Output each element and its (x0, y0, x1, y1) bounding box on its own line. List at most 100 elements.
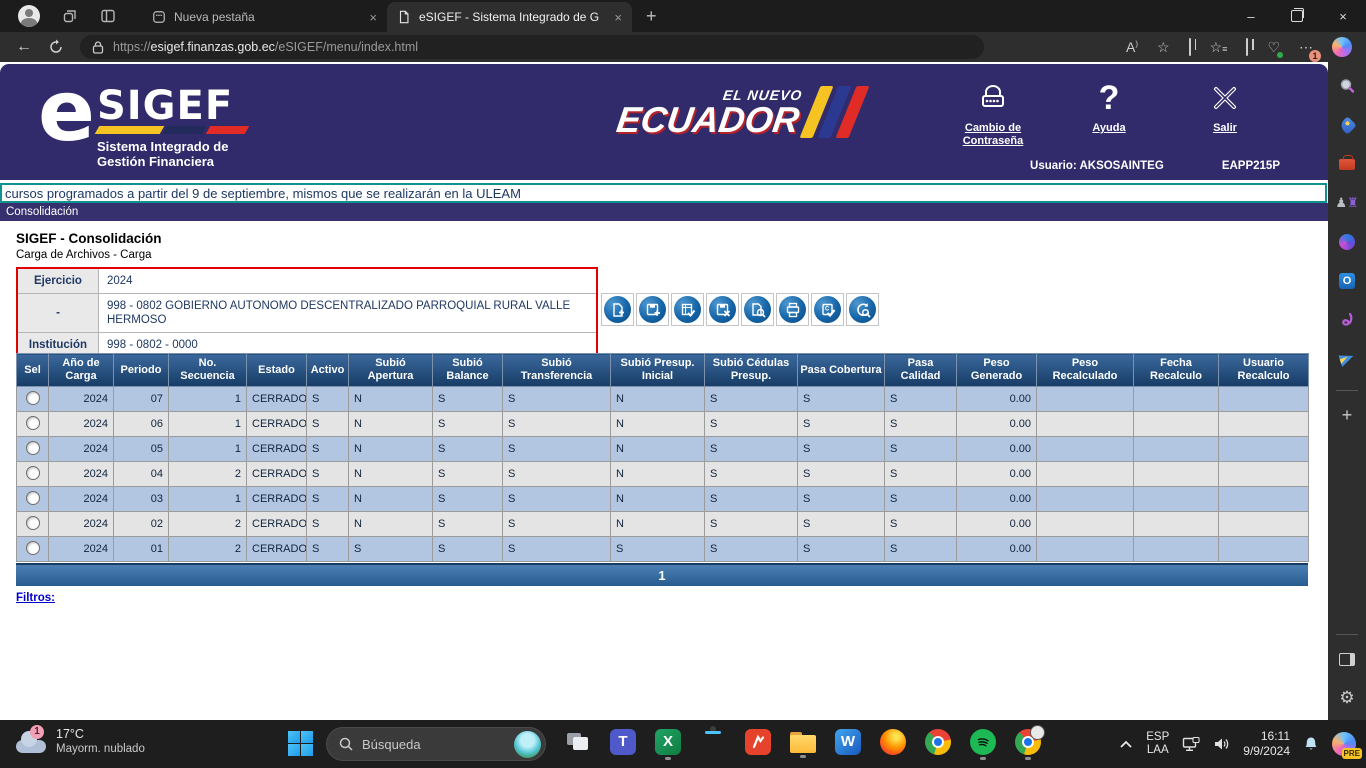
browser-essentials-icon[interactable]: ♡ (1267, 39, 1280, 56)
help-button[interactable]: ? Ayuda (1066, 78, 1152, 148)
delete-button[interactable] (706, 293, 739, 326)
filters-link[interactable]: Filtros: (16, 592, 55, 604)
view-detail-button[interactable] (741, 293, 774, 326)
table-cell: S (503, 537, 611, 562)
table-cell (1219, 512, 1309, 537)
new-tab-button[interactable]: + (646, 6, 657, 27)
read-aloud-icon[interactable]: A) (1126, 39, 1138, 55)
sidebar-shopping-icon[interactable] (1337, 115, 1357, 135)
logo-stripes (97, 126, 247, 134)
sidebar-tools-icon[interactable] (1337, 154, 1357, 174)
sidebar-drop-icon[interactable] (1337, 349, 1357, 369)
split-screen-icon[interactable] (1189, 39, 1191, 55)
save-add-button[interactable] (636, 293, 669, 326)
menu-item-consolidacion[interactable]: Consolidación (6, 206, 78, 218)
page-number[interactable]: 1 (658, 568, 665, 583)
row-select-radio[interactable] (26, 541, 40, 555)
profile-sticker (1030, 725, 1045, 740)
url-domain: esigef.finanzas.gob.ec (151, 40, 275, 54)
approve-button[interactable]: C (811, 293, 844, 326)
table-cell: S (885, 512, 957, 537)
pdf-reader-icon[interactable] (744, 729, 772, 760)
recalculate-button[interactable] (846, 293, 879, 326)
notifications-bell-icon[interactable] (1303, 736, 1319, 752)
column-header: Estado (247, 354, 307, 387)
row-select-radio[interactable] (26, 491, 40, 505)
copilot-icon[interactable] (1332, 37, 1352, 57)
start-button[interactable] (288, 731, 314, 757)
column-header: Peso Generado (957, 354, 1037, 387)
sidebar-m365-icon[interactable] (1337, 232, 1357, 252)
task-view-button[interactable] (564, 729, 592, 756)
taskbar-search[interactable]: Búsqueda (326, 727, 546, 761)
volume-icon[interactable] (1213, 737, 1230, 751)
favorites-list-icon[interactable]: ☆≡ (1210, 39, 1228, 56)
column-header: Peso Recalculado (1037, 354, 1134, 387)
lock-icon[interactable] (92, 41, 104, 54)
results-grid: SelAño de CargaPeriodoNo. SecuenciaEstad… (16, 353, 1308, 606)
maximize-button[interactable] (1274, 0, 1320, 32)
logout-button[interactable]: Salir (1182, 78, 1268, 148)
row-select-radio[interactable] (26, 466, 40, 480)
tab-close-icon[interactable]: × (614, 10, 622, 25)
teams-icon[interactable]: T (609, 729, 637, 760)
firefox-icon[interactable] (879, 729, 907, 760)
workspaces-icon[interactable] (62, 8, 78, 24)
refresh-icon[interactable] (48, 39, 64, 55)
vertical-tabs-icon[interactable] (100, 8, 116, 24)
tray-chevron-icon[interactable] (1119, 740, 1133, 749)
sidebar-add-icon[interactable]: + (1337, 405, 1357, 425)
tab-nueva-pestana[interactable]: Nueva pestaña × (142, 2, 387, 32)
network-icon[interactable] (1182, 737, 1200, 752)
row-select-radio[interactable] (26, 416, 40, 430)
table-cell (1037, 487, 1134, 512)
word-icon[interactable]: W (834, 729, 862, 760)
profile-avatar-icon[interactable] (18, 5, 40, 27)
table-row: 2024031CERRADOSNSSNSSS0.00 (17, 487, 1309, 512)
table-cell: 2 (169, 537, 247, 562)
chrome-icon[interactable] (924, 729, 952, 760)
spotify-icon[interactable] (969, 729, 997, 760)
table-cell (1134, 412, 1219, 437)
chrome-profile-icon[interactable] (1014, 729, 1042, 760)
favorite-star-icon[interactable]: ☆ (1157, 39, 1170, 56)
address-bar[interactable]: https://esigef.finanzas.gob.ec/eSIGEF/me… (80, 35, 984, 59)
sidebar-outlook-icon[interactable]: O (1337, 271, 1357, 291)
copilot-tray-icon[interactable]: PRE (1332, 732, 1356, 756)
sidebar-panel-icon[interactable] (1337, 649, 1357, 669)
sidebar-games-icon[interactable]: ♟♜ (1337, 193, 1357, 213)
close-button[interactable]: × (1320, 0, 1366, 32)
table-cell: S (433, 487, 503, 512)
row-select-radio[interactable] (26, 441, 40, 455)
sidebar-search-icon[interactable] (1337, 76, 1357, 96)
table-cell: S (705, 437, 798, 462)
excel-icon[interactable]: X (654, 729, 682, 760)
back-icon[interactable]: ← (16, 38, 32, 56)
clock-widget[interactable]: 16:11 9/9/2024 (1243, 729, 1290, 759)
table-cell: 1 (169, 437, 247, 462)
tab-esigef[interactable]: eSIGEF - Sistema Integrado de G × (387, 2, 632, 32)
settings-more-icon[interactable]: ⋯1 (1299, 39, 1313, 56)
logo-subtitle: Sistema Integrado de Gestión Financiera (97, 139, 247, 169)
table-cell: S (503, 387, 611, 412)
language-indicator[interactable]: ESP LAA (1146, 731, 1169, 757)
row-select-radio[interactable] (26, 391, 40, 405)
file-explorer-icon[interactable] (789, 729, 817, 758)
new-record-button[interactable] (601, 293, 634, 326)
print-button[interactable] (776, 293, 809, 326)
table-cell (1037, 437, 1134, 462)
weather-widget[interactable]: 1 17°C Mayorm. nublado (14, 727, 145, 756)
table-cell: S (307, 412, 349, 437)
sidebar-designer-icon[interactable] (1337, 310, 1357, 330)
minimize-button[interactable]: – (1228, 0, 1274, 32)
table-cell: N (611, 412, 705, 437)
table-cell (1037, 512, 1134, 537)
edge-icon[interactable] (699, 729, 727, 734)
collections-icon[interactable] (1246, 39, 1248, 55)
validate-button[interactable] (671, 293, 704, 326)
sidebar-settings-gear-icon[interactable]: ⚙ (1337, 688, 1357, 708)
table-cell (1219, 537, 1309, 562)
change-password-button[interactable]: Cambio de Contraseña (950, 78, 1036, 148)
tab-close-icon[interactable]: × (369, 10, 377, 25)
row-select-radio[interactable] (26, 516, 40, 530)
